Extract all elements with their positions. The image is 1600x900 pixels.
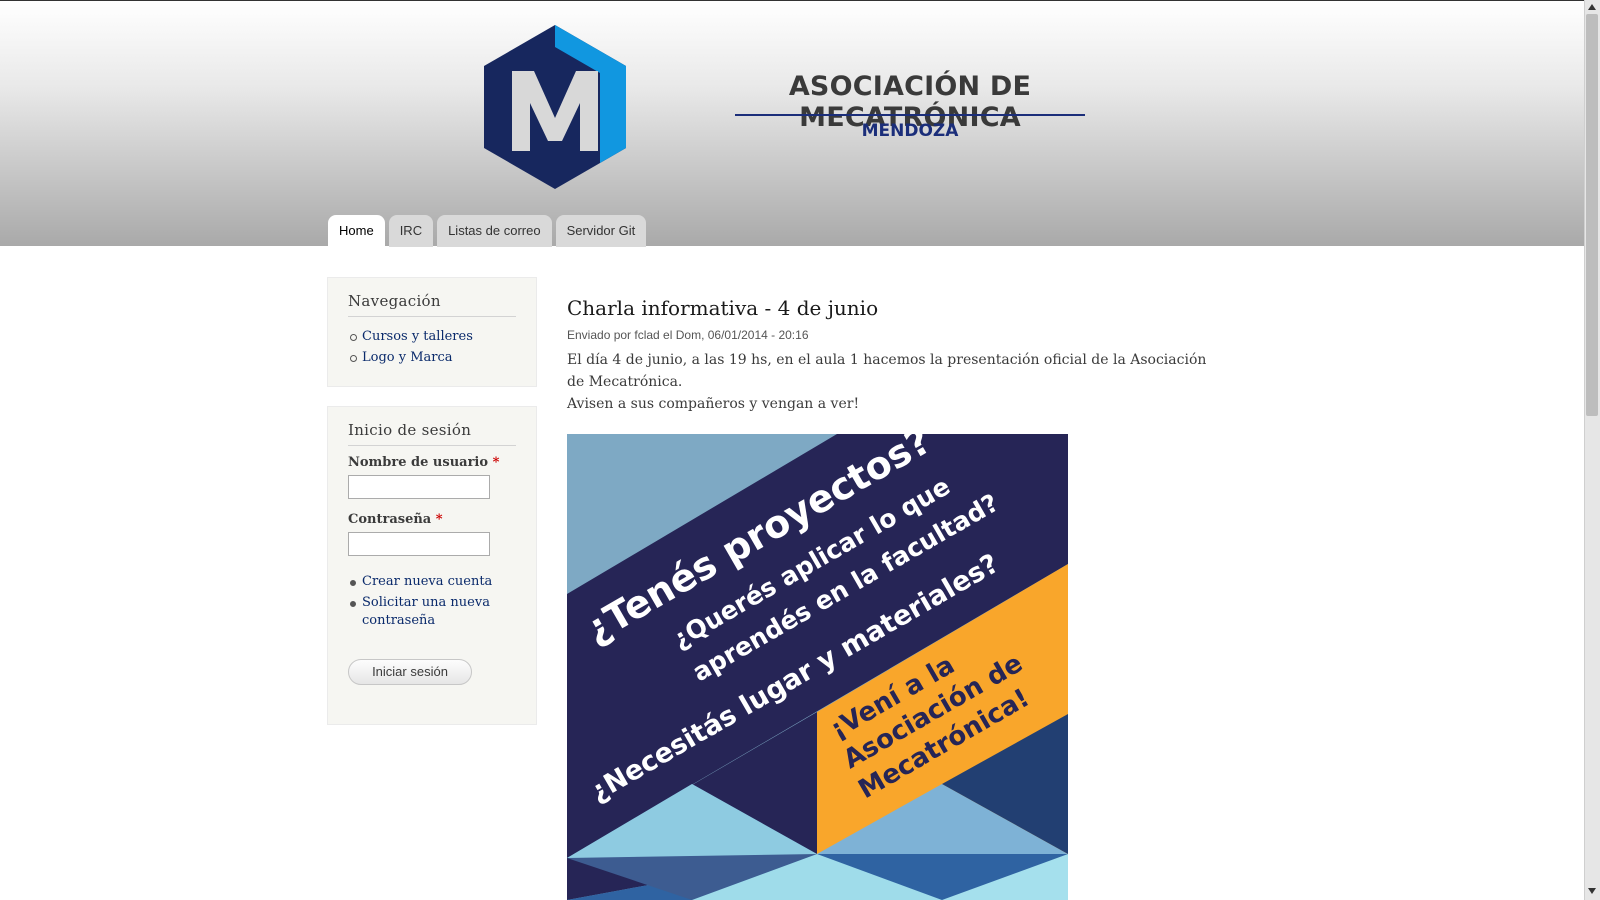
main-menu-tabs: Home IRC Listas de correo Servidor Git <box>328 215 650 247</box>
list-bullet-icon <box>350 601 356 607</box>
article-meta: Enviado por fclad el Dom, 06/01/2014 - 2… <box>567 328 809 342</box>
password-input[interactable] <box>348 532 490 556</box>
required-marker: * <box>492 455 500 470</box>
tab-listas-de-correo[interactable]: Listas de correo <box>437 215 552 247</box>
required-marker: * <box>435 512 443 527</box>
navigation-title: Navegación <box>348 292 441 310</box>
request-password-link[interactable]: Solicitar una nueva contraseña <box>348 594 508 630</box>
create-account-link[interactable]: Crear nueva cuenta <box>348 573 508 591</box>
list-bullet-icon <box>350 334 357 341</box>
article-paragraph: El día 4 de junio, a las 19 hs, en el au… <box>567 352 1207 390</box>
article-title[interactable]: Charla informativa - 4 de junio <box>567 296 878 320</box>
tab-servidor-git[interactable]: Servidor Git <box>555 215 647 247</box>
site-slogan: MENDOZA <box>861 121 959 141</box>
navigation-list: Cursos y talleres Logo y Marca <box>348 328 473 367</box>
login-submit-button[interactable]: Iniciar sesión <box>348 659 472 685</box>
nav-item-logo-y-marca[interactable]: Logo y Marca <box>348 349 473 367</box>
navigation-title-rule <box>348 316 516 317</box>
article-body: El día 4 de junio, a las 19 hs, en el au… <box>567 349 1227 415</box>
tab-irc[interactable]: IRC <box>388 215 434 247</box>
scrollbar-thumb[interactable] <box>1586 14 1598 416</box>
event-poster-image: ¿Tenés proyectos? ¿Querés aplicar lo que… <box>567 434 1068 900</box>
site-header: M ASOCIACIÓN DE MECATRÓNICA MENDOZA Home… <box>0 1 1584 247</box>
nav-item-cursos-y-talleres[interactable]: Cursos y talleres <box>348 328 473 346</box>
site-logo[interactable]: M <box>482 23 628 191</box>
login-title: Inicio de sesión <box>348 421 472 439</box>
login-links: Crear nueva cuenta Solicitar una nueva c… <box>348 573 508 630</box>
list-bullet-icon <box>350 580 356 586</box>
scroll-down-arrow-icon[interactable] <box>1588 888 1596 894</box>
username-input[interactable] <box>348 475 490 499</box>
tab-home[interactable]: Home <box>328 215 385 247</box>
login-title-rule <box>348 445 516 446</box>
password-label: Contraseña * <box>348 512 443 527</box>
login-block: Inicio de sesión Nombre de usuario * Con… <box>327 406 537 725</box>
article-paragraph: Avisen a sus compañeros y vengan a ver! <box>567 396 860 412</box>
site-name-underline <box>735 114 1085 116</box>
username-label: Nombre de usuario * <box>348 455 500 470</box>
scroll-up-arrow-icon[interactable] <box>1588 4 1596 10</box>
navigation-block: Navegación Cursos y talleres Logo y Marc… <box>327 277 537 387</box>
list-bullet-icon <box>350 355 357 362</box>
